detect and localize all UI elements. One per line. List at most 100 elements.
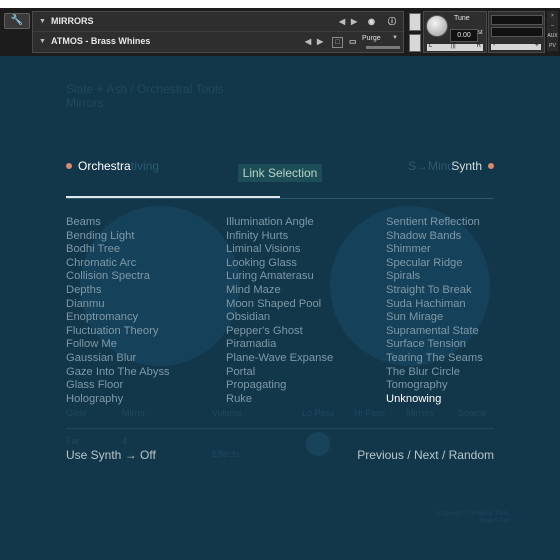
volume-slider[interactable]: - + [491, 42, 541, 50]
preset-item[interactable]: Collision Spectra [66, 270, 226, 284]
preset-item[interactable]: Illumination Angle [226, 216, 386, 230]
ghost-mirrors: Mirrors [406, 408, 434, 418]
delete-icon[interactable]: ▭ [349, 32, 357, 51]
preset-item[interactable]: Enoptromancy [66, 311, 226, 325]
tab-synth[interactable]: Synth [451, 158, 482, 174]
preset-item[interactable]: Shadow Bands [386, 230, 546, 244]
next-preset-icon[interactable]: ▶ [317, 32, 323, 51]
purge-bar [366, 46, 400, 49]
purge-dropdown[interactable]: Purge [362, 35, 381, 42]
copyright-text: Copyright Orchestral Tools, Slate & Ash [437, 511, 510, 524]
preset-item[interactable]: Luring Amaterasu [226, 270, 386, 284]
preset-item[interactable]: Infinity Hurts [226, 230, 386, 244]
preset-item[interactable]: Tomography [386, 379, 546, 393]
pan-slider[interactable]: L ||| R [427, 43, 483, 51]
purge-arrow-icon[interactable]: ▼ [392, 35, 398, 41]
preset-item[interactable]: Piramadia [226, 338, 386, 352]
preset-item[interactable]: Looking Glass [226, 257, 386, 271]
preset-item[interactable]: Portal [226, 366, 386, 380]
preset-item[interactable]: Liminal Visions [226, 243, 386, 257]
preset-item[interactable]: Chromatic Arc [66, 257, 226, 271]
ghost-separator [66, 428, 494, 429]
active-tab-underline [66, 196, 280, 198]
prev-preset-icon[interactable]: ◀ [305, 32, 311, 51]
preset-item[interactable]: Shimmer [386, 243, 546, 257]
preset-name-row[interactable]: ▼ ATMOS - Brass Whines ◀ ▶ □ ▭ [33, 31, 403, 51]
preset-item[interactable]: Straight To Break [386, 284, 546, 298]
tune-label: Tune [454, 15, 470, 22]
use-synth-toggle[interactable]: Use Synth → Off [66, 448, 156, 462]
preset-item[interactable]: Ruke [226, 393, 386, 407]
preset-column-2: Illumination Angle Infinity Hurts Liminal … [226, 216, 386, 406]
pan-right-label: R [476, 43, 481, 49]
preset-item[interactable]: Suda Hachiman [386, 298, 546, 312]
preset-item[interactable]: Unknowing [386, 393, 546, 407]
product-name: Mirrors [66, 96, 104, 110]
synth-dot-icon [488, 163, 494, 169]
preset-item[interactable]: Obsidian [226, 311, 386, 325]
level-meter-right [491, 27, 543, 37]
mute-button[interactable] [409, 34, 421, 52]
preset-item[interactable]: Propagating [226, 379, 386, 393]
link-selection-button[interactable]: Link Selection [238, 164, 322, 182]
name-block: ▼ MIRRORS ◀ ▶ ◉ ⓘ ▼ ATMOS - Brass Whines… [32, 11, 404, 53]
tab-orchestra-ghost: tiving [131, 159, 160, 173]
preset-item[interactable]: Plane-Wave Expanse [226, 352, 386, 366]
preset-item[interactable]: Specular Ridge [386, 257, 546, 271]
camera-icon[interactable]: ◉ [368, 12, 375, 31]
next-instrument-icon[interactable]: ▶ [351, 12, 357, 31]
preset-item[interactable]: Gaussian Blur [66, 352, 226, 366]
previous-next-random[interactable]: Previous / Next / Random [357, 448, 494, 462]
brand-line: Slate + Ash / Orchestral Tools [66, 82, 224, 96]
preset-item[interactable]: Mind Maze [226, 284, 386, 298]
tab-orchestra[interactable]: Orchestra [78, 158, 131, 174]
tune-unit: st [478, 30, 483, 36]
collapse-arrow-icon[interactable]: ▼ [39, 12, 46, 31]
side-buttons: × – AUX PV [547, 11, 558, 51]
prev-instrument-icon[interactable]: ◀ [339, 12, 345, 31]
tune-value[interactable]: 0.00 [450, 29, 478, 42]
ghost-volume: Volume [212, 408, 243, 418]
preset-item[interactable]: Holography [66, 393, 226, 407]
preset-item[interactable]: Depths [66, 284, 226, 298]
pan-center-label: ||| [451, 43, 456, 49]
ghost-hipass: Hi Pass [354, 408, 386, 418]
instrument-header: 🔧 ▼ MIRRORS ◀ ▶ ◉ ⓘ ▼ ATMOS - Brass Whin… [0, 8, 560, 56]
preset-item[interactable]: Surface Tension [386, 338, 546, 352]
close-icon[interactable]: × [547, 11, 558, 21]
solo-button[interactable] [409, 13, 421, 31]
preset-item[interactable]: Spirals [386, 270, 546, 284]
preset-item[interactable]: Follow Me [66, 338, 226, 352]
screenshot-frame: 🔧 ▼ MIRRORS ◀ ▶ ◉ ⓘ ▼ ATMOS - Brass Whin… [0, 0, 560, 560]
save-icon[interactable]: □ [332, 37, 343, 48]
minimize-icon[interactable]: – [547, 21, 558, 31]
preset-item[interactable]: Beams [66, 216, 226, 230]
wrench-icon[interactable]: 🔧 [4, 13, 30, 29]
instrument-name: MIRRORS [51, 16, 94, 26]
instrument-name-row[interactable]: ▼ MIRRORS ◀ ▶ ◉ ⓘ [33, 12, 403, 31]
preset-item[interactable]: Pepper's Ghost [226, 325, 386, 339]
preset-item[interactable]: Glass Floor [66, 379, 226, 393]
instrument-window: 🔧 ▼ MIRRORS ◀ ▶ ◉ ⓘ ▼ ATMOS - Brass Whin… [0, 8, 560, 560]
preset-item[interactable]: Sentient Reflection [386, 216, 546, 230]
preset-item[interactable]: Fluctuation Theory [66, 325, 226, 339]
preset-item[interactable]: Supramental State [386, 325, 546, 339]
preset-arrow-icon[interactable]: ▼ [39, 32, 46, 51]
preset-item[interactable]: Bodhi Tree [66, 243, 226, 257]
preset-item[interactable]: Tearing The Seams [386, 352, 546, 366]
preset-item[interactable]: The Blur Circle [386, 366, 546, 380]
aux-button[interactable]: AUX [547, 31, 558, 41]
orchestra-dot-icon [66, 163, 72, 169]
tune-knob[interactable] [426, 15, 448, 37]
pv-button[interactable]: PV [547, 41, 558, 51]
info-icon[interactable]: ⓘ [388, 12, 396, 31]
preset-item[interactable]: Bending Light [66, 230, 226, 244]
preset-item[interactable]: Moon Shaped Pool [226, 298, 386, 312]
preset-item[interactable]: Sun Mirage [386, 311, 546, 325]
preset-item[interactable]: Gaze Into The Abyss [66, 366, 226, 380]
ghost-effects: Effects [212, 449, 240, 459]
volume-plus: + [534, 42, 539, 49]
tab-synth-ghost: S→Mind [407, 159, 454, 173]
preset-name: ATMOS - Brass Whines [51, 36, 151, 46]
preset-item[interactable]: Dianmu [66, 298, 226, 312]
